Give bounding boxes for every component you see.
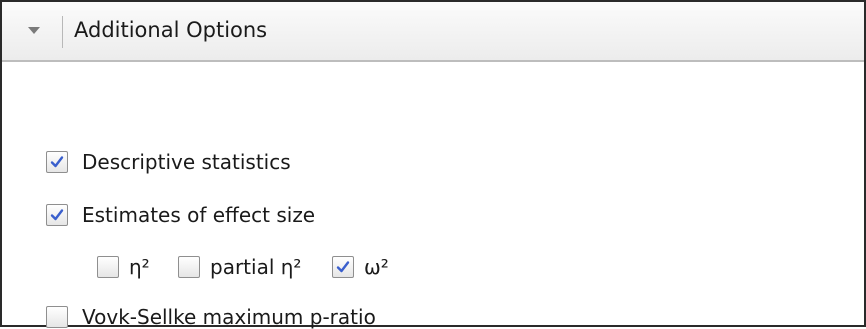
option-vovk-sellke[interactable]: Vovk-Sellke maximum p-ratio bbox=[46, 305, 376, 329]
additional-options-panel: Additional Options Descriptive statistic… bbox=[0, 0, 866, 329]
collapse-triangle-icon[interactable] bbox=[28, 27, 40, 34]
option-eta-squared[interactable]: η² bbox=[97, 255, 150, 279]
vovk-sellke-checkbox[interactable] bbox=[46, 306, 68, 328]
partial-eta-squared-checkbox[interactable] bbox=[178, 256, 200, 278]
omega-squared-checkbox[interactable] bbox=[332, 256, 354, 278]
descriptive-statistics-label: Descriptive statistics bbox=[82, 150, 291, 174]
option-descriptive-statistics[interactable]: Descriptive statistics bbox=[46, 150, 291, 174]
eta-squared-label: η² bbox=[129, 255, 150, 279]
section-title: Additional Options bbox=[74, 18, 268, 42]
partial-eta-squared-label: partial η² bbox=[210, 255, 302, 279]
descriptive-statistics-checkbox[interactable] bbox=[46, 151, 68, 173]
section-header[interactable]: Additional Options bbox=[2, 2, 864, 62]
header-divider bbox=[62, 16, 63, 48]
checkmark-icon bbox=[50, 209, 64, 221]
omega-squared-label: ω² bbox=[364, 255, 389, 279]
eta-squared-checkbox[interactable] bbox=[97, 256, 119, 278]
checkmark-icon bbox=[336, 261, 350, 273]
effect-size-checkbox[interactable] bbox=[46, 204, 68, 226]
checkmark-icon bbox=[50, 156, 64, 168]
option-partial-eta-squared[interactable]: partial η² bbox=[178, 255, 301, 279]
option-effect-size[interactable]: Estimates of effect size bbox=[46, 203, 315, 227]
effect-size-label: Estimates of effect size bbox=[82, 203, 316, 227]
option-omega-squared[interactable]: ω² bbox=[332, 255, 389, 279]
vovk-sellke-label: Vovk-Sellke maximum p-ratio bbox=[82, 305, 376, 329]
